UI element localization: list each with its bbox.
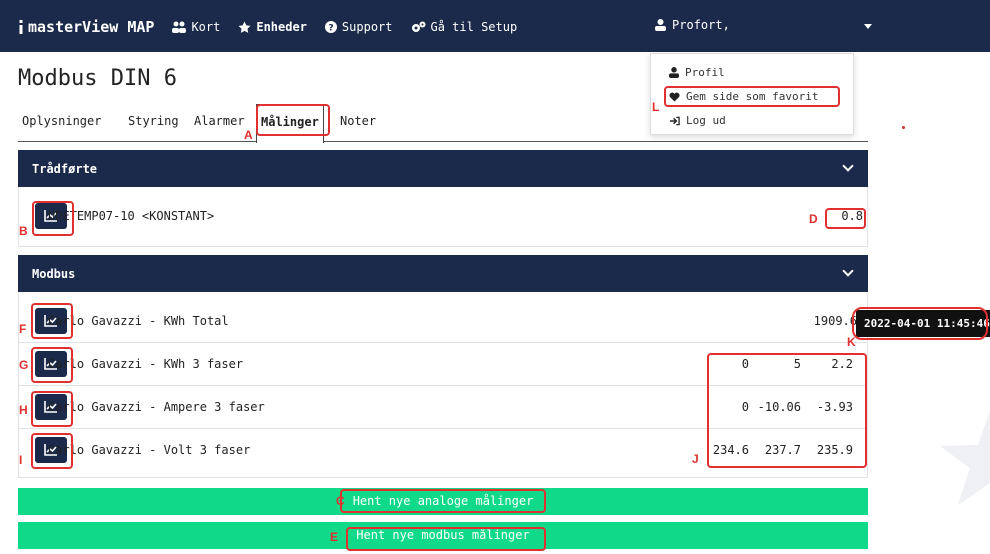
sign-out-icon	[669, 116, 680, 125]
nav-link-enheder[interactable]: Enheder	[238, 20, 307, 34]
measurement-row: Carlo Gavazzi - KWh Total 1909.6	[19, 300, 867, 343]
panel-title: Trådførte	[32, 162, 98, 176]
page-title: Modbus DIN 6	[18, 66, 177, 91]
annotation-label: B	[19, 224, 28, 238]
nav-link-label: Support	[341, 20, 393, 34]
annotation-box	[31, 303, 73, 339]
measurement-value: 1909.6	[813, 314, 857, 328]
nav-link-label: Gå til Setup	[430, 20, 518, 34]
user-name: Profort,	[672, 18, 730, 32]
annotation-label: A	[244, 128, 253, 142]
top-navbar: masterView MAP Kort Enheder ? Support Gå…	[0, 0, 990, 52]
annotation-label: C	[336, 494, 345, 508]
brand[interactable]: masterView MAP	[18, 18, 154, 36]
background-star-icon	[940, 410, 990, 505]
annotation-box	[852, 307, 988, 340]
annotation-box	[346, 527, 546, 551]
annotation-label: H	[19, 403, 28, 417]
measurement-label: Carlo Gavazzi - Ampere 3 faser	[48, 400, 265, 414]
tab-noter[interactable]: Noter	[336, 104, 380, 142]
annotation-label: D	[809, 212, 818, 226]
chevron-down-icon[interactable]	[842, 265, 854, 277]
menu-item-label: Log ud	[686, 114, 726, 127]
menu-item-profile[interactable]: Profil	[669, 66, 725, 79]
nav-link-setup[interactable]: Gå til Setup	[411, 20, 518, 34]
annotation-label: L	[652, 100, 660, 114]
user-icon	[669, 67, 679, 78]
annotation-box	[707, 353, 867, 468]
measurement-label: Carlo Gavazzi - KWh Total	[48, 314, 229, 328]
user-icon	[655, 19, 666, 31]
annotation-dot	[902, 126, 905, 129]
caret-down-icon[interactable]	[864, 24, 872, 29]
annotation-box	[31, 391, 73, 427]
user-menu-toggle[interactable]: Profort,	[655, 18, 730, 32]
menu-item-label: Profil	[685, 66, 725, 79]
panel-body-wired: UDETEMP07-10 <KONSTANT> 0.8	[18, 187, 868, 247]
annotation-label: G	[19, 358, 29, 372]
question-icon: ?	[324, 21, 337, 34]
measurement-row: UDETEMP07-10 <KONSTANT> 0.8	[19, 195, 867, 238]
measurement-label: Carlo Gavazzi - Volt 3 faser	[48, 443, 251, 457]
nav-link-kort[interactable]: Kort	[172, 20, 220, 34]
tab-styring[interactable]: Styring	[124, 104, 183, 142]
info-icon	[19, 20, 23, 34]
annotation-label: E	[330, 530, 339, 544]
tab-alarmer[interactable]: Alarmer	[190, 104, 249, 142]
gears-icon	[411, 21, 425, 32]
nav-link-label: Enheder	[256, 20, 307, 34]
annotation-box	[664, 86, 840, 107]
annotation-label: F	[19, 322, 27, 336]
chevron-down-icon[interactable]	[842, 160, 854, 172]
measurement-label: Carlo Gavazzi - KWh 3 faser	[48, 357, 244, 371]
svg-text:?: ?	[328, 24, 333, 34]
measurement-values: 1909.6	[814, 314, 857, 328]
nav-link-support[interactable]: ? Support	[324, 20, 393, 34]
panel-header-modbus[interactable]: Modbus	[18, 255, 868, 292]
annotation-box	[256, 104, 330, 136]
annotation-box	[32, 201, 74, 236]
tab-oplysninger[interactable]: Oplysninger	[18, 104, 105, 142]
star-icon	[238, 21, 251, 33]
nav-link-label: Kort	[191, 20, 221, 34]
brand-label: masterView MAP	[28, 18, 155, 36]
panel-title: Modbus	[32, 267, 76, 281]
annotation-label: I	[19, 453, 23, 467]
annotation-box	[825, 208, 866, 229]
annotation-box	[340, 489, 546, 513]
panel-header-wired[interactable]: Trådførte	[18, 150, 868, 187]
annotation-box	[31, 433, 73, 469]
annotation-label: J	[692, 452, 699, 466]
users-icon	[172, 21, 187, 33]
annotation-label: K	[847, 335, 856, 349]
menu-item-logout[interactable]: Log ud	[669, 114, 726, 127]
annotation-box	[31, 347, 73, 383]
